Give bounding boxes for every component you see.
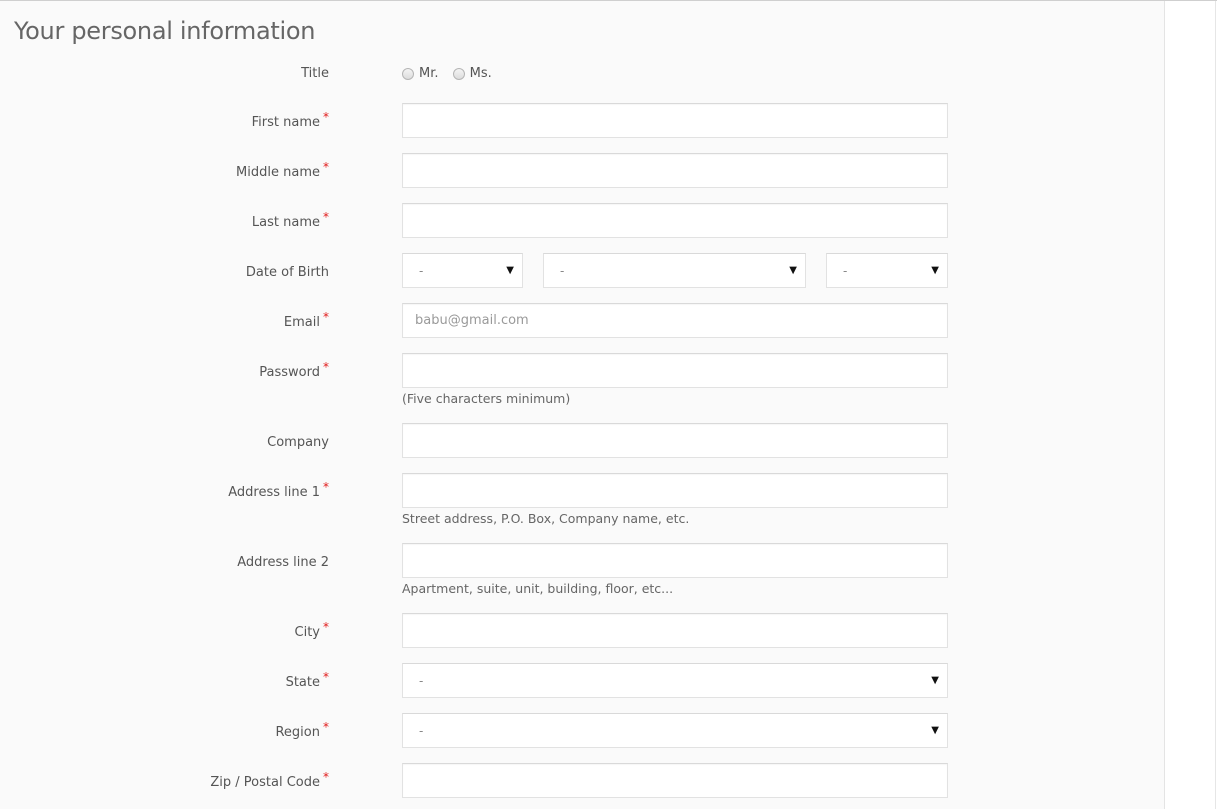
zip-label-text: Zip / Postal Code [210,775,320,790]
first-name-label-text: First name [251,115,320,130]
zip-input[interactable] [402,763,948,798]
password-label-text: Password [259,365,320,380]
company-label-text: Company [267,435,329,450]
password-hint: (Five characters minimum) [402,391,571,406]
title-label: Title [301,66,329,81]
middle-name-label: Middle name * [236,160,329,180]
region-value: - [419,724,424,738]
title-radio-group: Mr. Ms. [402,66,502,84]
address2-input[interactable] [402,543,948,578]
dob-day-select[interactable]: - ▼ [402,253,523,288]
city-input[interactable] [402,613,948,648]
address1-label: Address line 1 * [228,480,329,500]
password-label: Password * [259,360,329,380]
dob-year-select[interactable]: - ▼ [826,253,948,288]
required-marker: * [323,620,329,634]
region-label: Region * [275,720,329,740]
dob-day-value: - [419,264,424,278]
required-marker: * [323,310,329,324]
title-label-text: Title [301,66,329,81]
address1-hint: Street address, P.O. Box, Company name, … [402,511,690,526]
chevron-down-icon: ▼ [931,675,939,686]
chevron-down-icon: ▼ [931,725,939,736]
required-marker: * [323,160,329,174]
gutter-edge [1215,1,1216,809]
middle-name-input[interactable] [402,153,948,188]
email-label-text: Email [283,315,320,330]
zip-label: Zip / Postal Code * [210,770,329,790]
password-field[interactable] [402,353,948,388]
address1-input[interactable] [402,473,948,508]
address2-hint: Apartment, suite, unit, building, floor,… [402,581,674,596]
required-marker: * [323,770,329,784]
last-name-label: Last name * [251,210,329,230]
state-value: - [419,674,424,688]
section-heading: Your personal information [14,17,316,45]
page: Your personal information Title Mr. Ms. … [0,0,1217,809]
radio-icon[interactable] [452,67,465,80]
title-option-mr-label: Mr. [419,66,439,81]
right-gutter [1165,1,1217,809]
title-option-ms-label: Ms. [469,66,492,81]
required-marker: * [323,210,329,224]
email-label: Email * [283,310,329,330]
city-label: City * [294,620,329,640]
email-field[interactable]: babu@gmail.com [402,303,948,338]
region-label-text: Region [275,725,320,740]
state-select[interactable]: - ▼ [402,663,948,698]
city-label-text: City [294,625,320,640]
middle-name-label-text: Middle name [236,165,320,180]
first-name-input[interactable] [402,103,948,138]
address2-label-text: Address line 2 [237,555,329,570]
dob-month-select[interactable]: - ▼ [543,253,806,288]
dob-year-value: - [843,264,848,278]
chevron-down-icon: ▼ [506,265,514,276]
last-name-label-text: Last name [251,215,320,230]
required-marker: * [323,110,329,124]
region-select[interactable]: - ▼ [402,713,948,748]
company-label: Company [267,435,329,450]
first-name-label: First name * [251,110,329,130]
chevron-down-icon: ▼ [931,265,939,276]
required-marker: * [323,480,329,494]
company-input[interactable] [402,423,948,458]
chevron-down-icon: ▼ [789,265,797,276]
dob-label-text: Date of Birth [245,265,329,280]
state-label: State * [285,670,329,690]
title-option-ms[interactable]: Ms. [452,66,492,81]
address1-label-text: Address line 1 [228,485,320,500]
required-marker: * [323,360,329,374]
last-name-input[interactable] [402,203,948,238]
title-option-mr[interactable]: Mr. [402,66,439,81]
dob-month-value: - [560,264,565,278]
personal-info-panel: Your personal information Title Mr. Ms. … [0,1,1165,809]
dob-label: Date of Birth [246,265,329,280]
required-marker: * [323,720,329,734]
state-label-text: State [285,675,320,690]
radio-icon[interactable] [402,67,414,80]
required-marker: * [323,670,329,684]
address2-label: Address line 2 [237,555,329,570]
